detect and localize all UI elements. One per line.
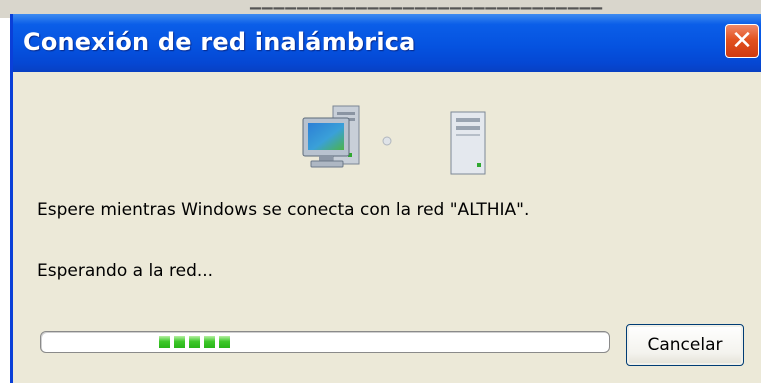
background-window-text: ▁▁▁▁▁▁▁▁▁▁▁▁▁▁▁▁▁▁▁▁▁▁▁▁▁▁▁▁▁▁: [250, 0, 603, 10]
progress-block: [219, 336, 230, 348]
progress-block: [204, 336, 215, 348]
progress-block: [189, 336, 200, 348]
wireless-connection-dialog: Conexión de red inalámbrica ✕ Espere mie…: [10, 14, 761, 383]
progress-block: [159, 336, 170, 348]
computer-icon: [302, 105, 360, 168]
title-bar[interactable]: Conexión de red inalámbrica ✕: [13, 14, 761, 72]
server-tower-icon: [450, 111, 486, 175]
progress-blocks: [159, 336, 230, 348]
cancel-button[interactable]: Cancelar: [626, 324, 744, 366]
close-icon: ✕: [731, 26, 753, 56]
status-text: Esperando a la red...: [37, 261, 214, 281]
close-button[interactable]: ✕: [725, 24, 759, 58]
dialog-title: Conexión de red inalámbrica: [23, 28, 416, 56]
progress-block: [174, 336, 185, 348]
status-message: Espere mientras Windows se conecta con l…: [37, 200, 530, 220]
connection-dot-icon: [382, 136, 392, 146]
connection-illustration: [301, 98, 511, 178]
progress-bar: [40, 331, 610, 353]
